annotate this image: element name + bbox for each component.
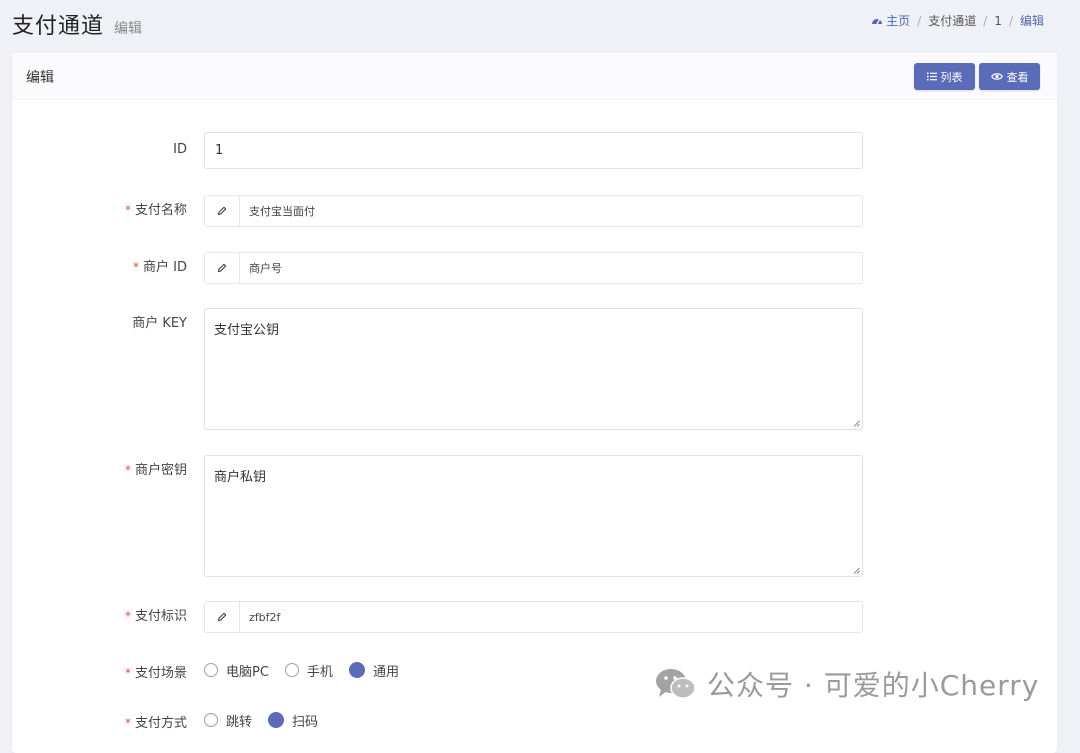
name-field[interactable]: 支付宝当面付 xyxy=(204,195,863,227)
merchant-secret-label-text: 商户密钥 xyxy=(134,463,187,478)
scene-label-text: 支付场景 xyxy=(134,666,187,681)
method-radio-group: 跳转 扫码 xyxy=(204,710,863,730)
merchant-secret-label: * 商户密钥 xyxy=(125,459,187,478)
radio-unchecked[interactable] xyxy=(204,663,218,677)
required-mark: * xyxy=(124,203,131,217)
pay-flag-field[interactable]: zfbf2f xyxy=(204,601,863,633)
breadcrumb-separator: / xyxy=(917,13,922,28)
view-button[interactable]: 查看 xyxy=(979,63,1040,90)
required-mark: * xyxy=(124,463,131,477)
merchant-secret-value: 商户私钥 xyxy=(214,470,267,485)
name-value: 支付宝当面付 xyxy=(249,205,315,218)
breadcrumb-item-channel[interactable]: 支付通道 xyxy=(928,12,976,29)
merchant-key-control: 支付宝公钥 xyxy=(204,308,863,430)
scene-option-mobile[interactable]: 手机 xyxy=(284,661,333,680)
wechat-logo-icon xyxy=(656,669,696,699)
watermark: 公众号 · 可爱的小Cherry xyxy=(655,664,1039,704)
id-field[interactable]: 1 xyxy=(204,132,863,169)
pay-flag-control: zfbf2f xyxy=(204,601,863,633)
scene-option-general[interactable]: 通用 xyxy=(348,661,399,680)
card-header: 编辑 列表 查看 xyxy=(12,53,1057,100)
page-title: 支付通道 xyxy=(12,14,105,39)
method-option-label: 跳转 xyxy=(226,714,253,730)
pencil-icon xyxy=(205,602,240,632)
merchant-id-label: * 商户 ID xyxy=(133,256,187,275)
breadcrumb: 主页 / 支付通道 / 1 / 编辑 xyxy=(871,12,1044,29)
dashboard-icon xyxy=(872,19,883,25)
merchant-id-field[interactable]: 商户号 xyxy=(204,252,863,284)
name-control: 支付宝当面付 xyxy=(204,195,863,227)
scene-option-label: 手机 xyxy=(306,664,333,680)
required-mark: * xyxy=(124,609,131,623)
breadcrumb-separator: / xyxy=(983,13,988,28)
page-subtitle: 编辑 xyxy=(114,21,143,37)
name-label-text: 支付名称 xyxy=(134,203,187,218)
radio-checked[interactable] xyxy=(348,662,365,678)
radio-unchecked[interactable] xyxy=(284,663,299,677)
resize-handle-icon[interactable] xyxy=(853,420,860,427)
method-label-text: 支付方式 xyxy=(134,716,187,731)
edit-card: 编辑 列表 查看 ID 1 * 支付名称 支付宝当面付 * 商户 ID 商户号 … xyxy=(12,53,1057,753)
required-mark: * xyxy=(124,666,131,680)
merchant-id-label-text: 商户 ID xyxy=(143,260,187,275)
method-option-scan[interactable]: 扫码 xyxy=(268,711,318,730)
method-option-redirect[interactable]: 跳转 xyxy=(204,711,252,730)
list-icon xyxy=(926,72,937,81)
breadcrumb-item-id[interactable]: 1 xyxy=(994,14,1002,28)
pencil-icon xyxy=(205,253,240,283)
name-label: * 支付名称 xyxy=(125,199,187,218)
view-button-label: 查看 xyxy=(1006,70,1029,84)
required-mark: * xyxy=(133,260,140,274)
scene-label: * 支付场景 xyxy=(125,662,187,681)
merchant-key-label: 商户 KEY xyxy=(132,316,187,331)
page-header: 支付通道 编辑 xyxy=(12,8,143,39)
breadcrumb-item-active: 编辑 xyxy=(1019,14,1044,28)
merchant-id-value: 商户号 xyxy=(249,262,282,275)
merchant-key-value: 支付宝公钥 xyxy=(214,323,280,338)
id-control: 1 xyxy=(204,132,863,169)
scene-option-label: 电脑PC xyxy=(226,664,269,680)
list-button-label: 列表 xyxy=(940,70,963,84)
method-option-label: 扫码 xyxy=(292,714,319,730)
scene-option-pc[interactable]: 电脑PC xyxy=(204,661,269,680)
scene-option-label: 通用 xyxy=(372,664,399,680)
pay-flag-label-text: 支付标识 xyxy=(134,609,187,624)
radio-checked[interactable] xyxy=(268,712,285,728)
breadcrumb-home-label: 主页 xyxy=(886,14,911,28)
merchant-secret-control: 商户私钥 xyxy=(204,455,863,577)
pay-flag-value: zfbf2f xyxy=(249,610,281,624)
required-mark: * xyxy=(124,716,131,730)
card-title: 编辑 xyxy=(26,70,54,86)
pay-flag-label: * 支付标识 xyxy=(125,605,187,624)
pencil-icon xyxy=(205,196,240,226)
watermark-text: 公众号 · 可爱的小Cherry xyxy=(707,669,1040,702)
list-button[interactable]: 列表 xyxy=(914,63,975,90)
merchant-key-textarea[interactable]: 支付宝公钥 xyxy=(204,308,863,430)
breadcrumb-separator: / xyxy=(1008,13,1013,28)
id-label: ID xyxy=(173,142,187,157)
method-label: * 支付方式 xyxy=(125,712,187,731)
breadcrumb-home[interactable]: 主页 xyxy=(871,12,910,29)
merchant-secret-textarea[interactable]: 商户私钥 xyxy=(204,455,863,577)
eye-icon xyxy=(990,73,1003,80)
merchant-id-control: 商户号 xyxy=(204,252,863,284)
resize-handle-icon[interactable] xyxy=(853,567,860,574)
